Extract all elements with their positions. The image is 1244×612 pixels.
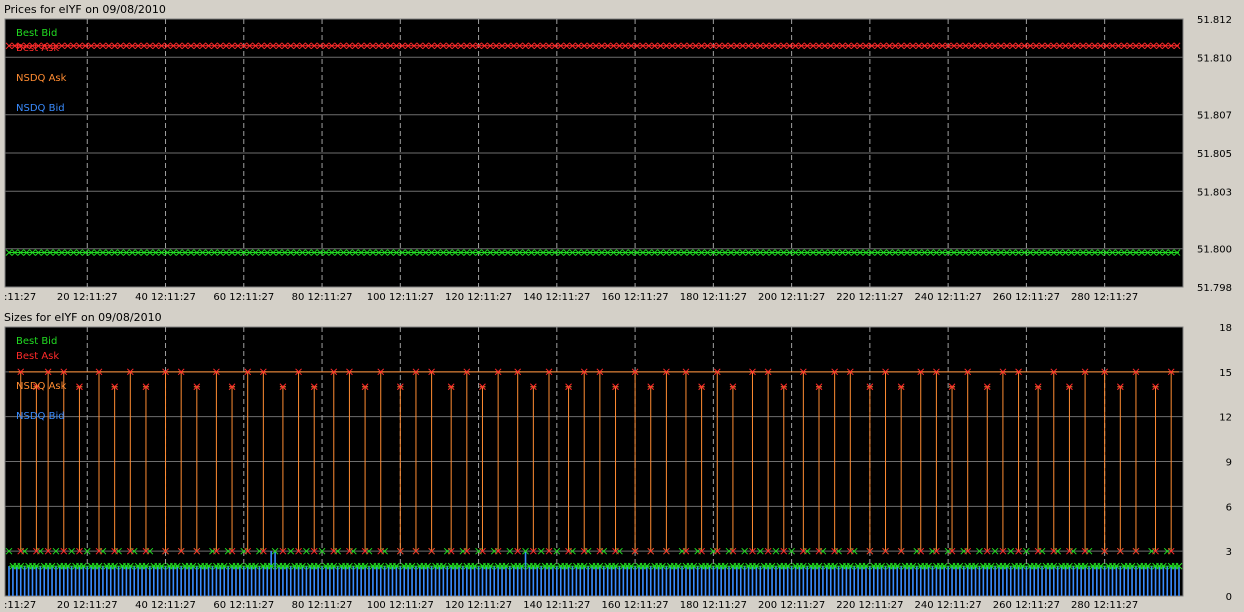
sizes-y-tick-label: 3 [1226,547,1232,558]
prices-y-tick-label: 51.805 [1197,149,1232,160]
sizes-x-tick-label: 60 12:11:27 [213,600,274,611]
sizes-x-tick-label: 40 12:11:27 [135,600,196,611]
prices-x-tick-label: 240 12:11:27 [915,292,982,303]
prices-x-tick-label: 120 12:11:27 [445,292,512,303]
sizes-x-tick-label: 280 12:11:27 [1071,600,1138,611]
prices-x-tick-label: 60 12:11:27 [213,292,274,303]
prices-x-tick-label: 220 12:11:27 [836,292,903,303]
prices-x-tick-label: 100 12:11:27 [367,292,434,303]
charts-canvas: 51.812 51.810 51.807 51.805 51.803 51.800 51.7… [4,15,1232,611]
sizes-x-tick-label: :11:27 [4,600,36,611]
sizes-y-tick-label: 6 [1226,502,1232,513]
sizes-y-tick-label: 0 [1226,592,1232,603]
prices-legend-item: NSDQ Ask [16,73,67,84]
prices-y-tick-label: 51.810 [1197,53,1232,64]
prices-y-tick-label: 51.807 [1197,111,1232,122]
prices-y-tick-label: 51.800 [1197,245,1232,256]
sizes-legend-item: NSDQ Bid [16,411,65,422]
prices-x-tick-label: 260 12:11:27 [993,292,1060,303]
prices-legend-item: NSDQ Bid [16,103,65,114]
sizes-y-tick-label: 12 [1219,413,1232,424]
sizes-x-tick-label: 220 12:11:27 [836,600,903,611]
sizes-x-tick-label: 80 12:11:27 [292,600,353,611]
sizes-legend-item: Best Bid [16,336,57,347]
prices-y-tick-label: 51.803 [1197,187,1232,198]
prices-x-tick-label: 80 12:11:27 [292,292,353,303]
prices-x-tick-label: 280 12:11:27 [1071,292,1138,303]
prices-x-tick-label: 40 12:11:27 [135,292,196,303]
sizes-x-tick-label: 160 12:11:27 [601,600,668,611]
sizes-legend-item: NSDQ Ask [16,381,67,392]
prices-x-tick-label: 140 12:11:27 [523,292,590,303]
sizes-y-tick-label: 18 [1219,323,1232,334]
prices-y-tick-label: 51.798 [1197,283,1232,294]
prices-legend-item: Best Ask [16,43,59,54]
sizes-x-tick-label: 240 12:11:27 [915,600,982,611]
prices-x-tick-label: 20 12:11:27 [57,292,118,303]
sizes-x-tick-label: 260 12:11:27 [993,600,1060,611]
sizes-x-tick-label: 140 12:11:27 [523,600,590,611]
prices-x-tick-label: :11:27 [4,292,36,303]
sizes-x-tick-label: 120 12:11:27 [445,600,512,611]
sizes-x-tick-label: 20 12:11:27 [57,600,118,611]
sizes-x-tick-label: 180 12:11:27 [680,600,747,611]
sizes-x-tick-label: 200 12:11:27 [758,600,825,611]
prices-x-tick-label: 180 12:11:27 [680,292,747,303]
prices-x-tick-label: 160 12:11:27 [601,292,668,303]
sizes-x-tick-label: 100 12:11:27 [367,600,434,611]
sizes-y-tick-label: 9 [1226,458,1232,469]
sizes-legend-item: Best Ask [16,351,59,362]
sizes-y-tick-label: 15 [1219,368,1232,379]
prices-x-tick-label: 200 12:11:27 [758,292,825,303]
prices-y-tick-label: 51.812 [1197,15,1232,26]
prices-legend-item: Best Bid [16,28,57,39]
